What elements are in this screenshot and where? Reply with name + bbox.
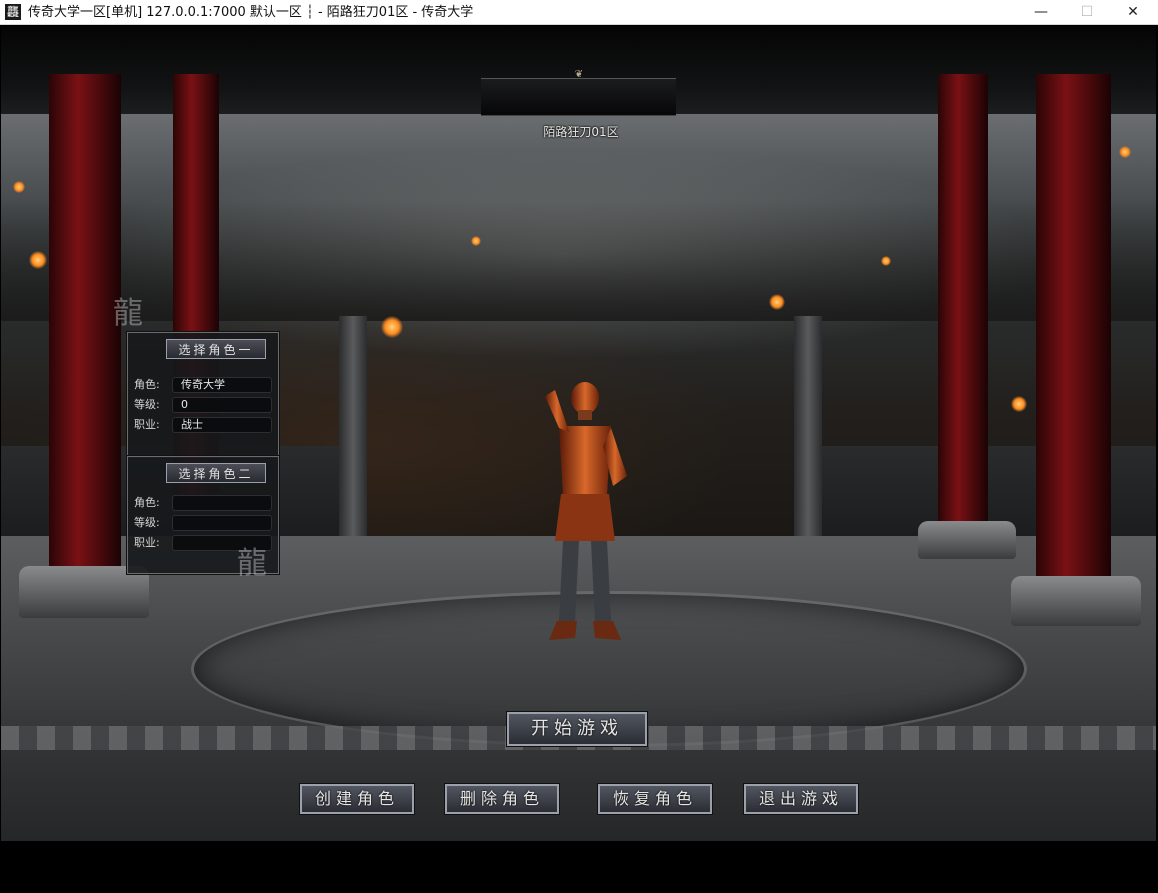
role-1-name-value: 传奇大学 [172,377,272,393]
stone-post [794,316,822,541]
role-1-name-row: 角色: 传奇大学 [134,377,272,393]
role-2-name-row: 角色: [134,495,272,511]
start-game-button[interactable]: 开始游戏 [506,711,648,747]
role-1-class-label: 职业: [134,418,160,431]
ember-glow [381,316,403,338]
select-role-2-button[interactable]: 选择角色二 [166,463,266,483]
role-1-level-row: 等级: 0 [134,397,272,413]
role-2-level-row: 等级: [134,515,272,531]
plaque-ornament-icon: ❦ [574,69,584,80]
minimize-button[interactable]: — [1018,0,1064,25]
role-2-level-label: 等级: [134,516,160,529]
ember-glow [29,251,47,269]
role-1-class-row: 职业: 战士 [134,417,272,433]
role-1-level-label: 等级: [134,398,160,411]
stone-post [339,316,367,541]
delete-role-button[interactable]: 删除角色 [444,783,560,815]
role-2-name-value [172,495,272,511]
create-role-button[interactable]: 创建角色 [299,783,415,815]
role-1-class-value: 战士 [172,417,272,433]
role-1-level-value: 0 [172,397,272,413]
window-title: 传奇大学一区[单机] 127.0.0.1:7000 默认一区 ┆ - 陌路狂刀0… [28,5,474,20]
restore-role-button[interactable]: 恢复角色 [597,783,713,815]
role-slot-1-panel: 选择角色一 角色: 传奇大学 等级: 0 职业: 战士 [127,332,279,458]
red-pillar [938,74,988,534]
role-2-class-label: 职业: [134,536,160,549]
close-button[interactable]: ✕ [1110,0,1156,25]
ember-glow [13,181,25,193]
ember-glow [1119,146,1131,158]
role-2-level-value [172,515,272,531]
server-name: 陌路狂刀01区 [543,125,619,139]
ember-glow [471,236,481,246]
exit-game-button[interactable]: 退出游戏 [743,783,859,815]
selected-character-warrior[interactable] [535,376,635,646]
maximize-button[interactable]: ☐ [1064,0,1110,25]
role-2-class-row: 职业: [134,535,272,551]
ember-glow [769,294,785,310]
dragon-ornament-icon: 龍 [237,546,267,581]
dragon-ornament-icon: 龍 [113,296,143,331]
red-pillar [49,74,121,574]
game-viewport: ❦ 陌路狂刀01区 龍 选择角色一 角色: 传奇大学 等级: 0 职业: 战士 … [1,26,1156,866]
window-titlebar[interactable]: 龘 传奇大学一区[单机] 127.0.0.1:7000 默认一区 ┆ - 陌路狂… [0,0,1158,25]
pillar-base [918,521,1016,559]
server-name-plaque [481,78,676,116]
role-1-name-label: 角色: [134,378,160,391]
red-pillar [1036,74,1111,584]
game-app-icon[interactable]: 龘 [5,4,21,20]
ember-glow [881,256,891,266]
select-role-1-button[interactable]: 选择角色一 [166,339,266,359]
bottom-letterbox [1,841,1156,866]
ember-glow [1011,396,1027,412]
pillar-base [1011,576,1141,626]
role-2-name-label: 角色: [134,496,160,509]
